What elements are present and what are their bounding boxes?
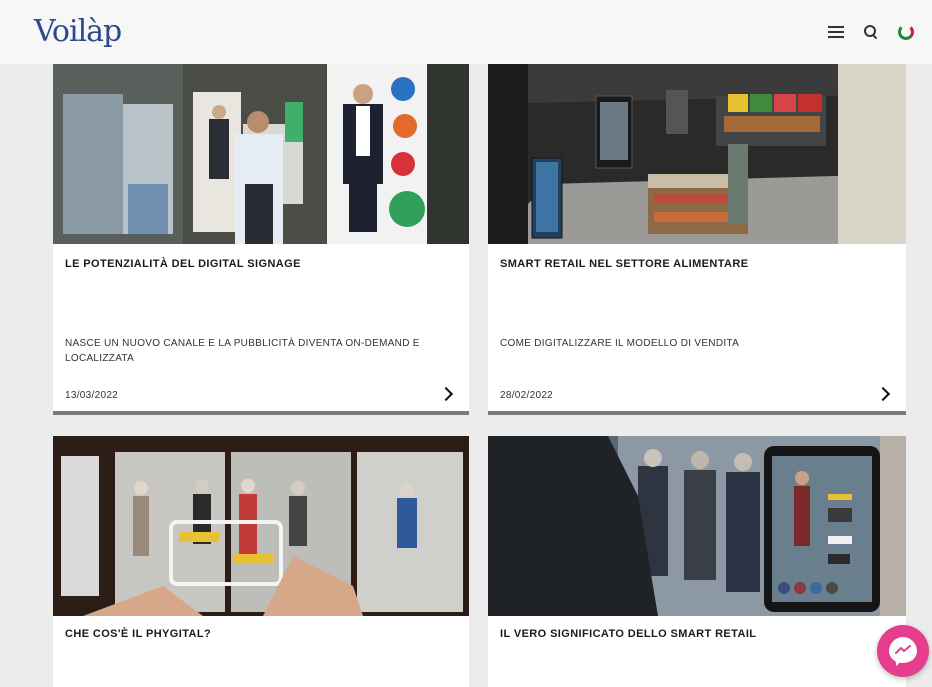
site-header: Voilàp [0,0,932,64]
article-subtitle: COME DIGITALIZZARE IL MODELLO DI VENDITA [500,338,740,349]
article-title[interactable]: CHE COS'È IL PHYGITAL? [65,628,211,640]
voilap-logo[interactable]: Voilàp [34,14,122,49]
article-image[interactable] [488,436,906,616]
chevron-right-icon[interactable] [438,386,454,402]
article-title[interactable]: IL VERO SIGNIFICATO DELLO SMART RETAIL [500,628,756,640]
article-card[interactable]: SMART RETAIL NEL SETTORE ALIMENTARE COME… [488,64,906,415]
header-icons [828,24,914,40]
messenger-chat-button[interactable] [877,625,929,677]
card-bottom-bar [488,411,906,415]
article-title[interactable]: SMART RETAIL NEL SETTORE ALIMENTARE [500,258,748,270]
messenger-bubble-tail [891,656,903,668]
article-card[interactable]: IL VERO SIGNIFICATO DELLO SMART RETAIL [488,436,906,687]
article-card[interactable]: CHE COS'È IL PHYGITAL? [53,436,469,687]
hamburger-menu-icon[interactable] [828,26,844,38]
language-flag-icon[interactable] [898,24,914,40]
article-card[interactable]: LE POTENZIALITÀ DEL DIGITAL SIGNAGE NASC… [53,64,469,415]
article-title[interactable]: LE POTENZIALITÀ DEL DIGITAL SIGNAGE [65,258,301,270]
article-image[interactable] [53,64,469,244]
smart-retail-store-photo [488,64,906,244]
smart-retail-tablet-photo [488,436,906,616]
digital-signage-photo [53,64,469,244]
article-date: 13/03/2022 [65,390,119,401]
article-image[interactable] [488,64,906,244]
messenger-bolt-icon [895,645,911,654]
card-bottom-bar [53,411,469,415]
article-subtitle: NASCE UN NUOVO CANALE E LA PUBBLICITÀ DI… [65,338,420,364]
phygital-shop-window-photo [53,436,469,616]
article-date: 28/02/2022 [500,390,554,401]
article-image[interactable] [53,436,469,616]
chevron-right-icon[interactable] [875,386,891,402]
search-icon[interactable] [864,25,878,39]
